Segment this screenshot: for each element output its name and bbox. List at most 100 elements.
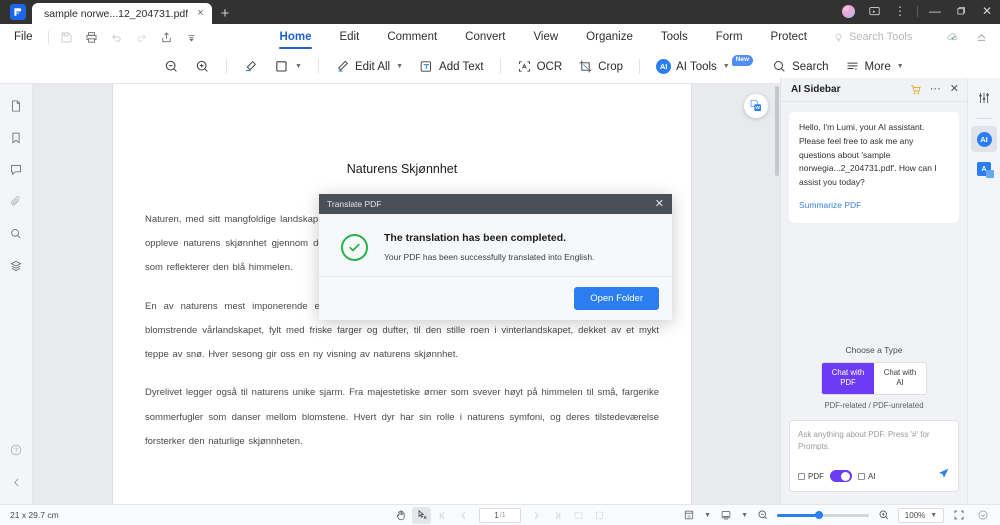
ai-tools-button[interactable]: AI AI Tools ▼ New: [648, 54, 764, 80]
ribbon-tab-tools[interactable]: Tools: [647, 24, 702, 50]
cart-icon[interactable]: [910, 84, 922, 96]
collapse-ribbon-icon[interactable]: [968, 26, 994, 48]
ai-tools-caret-icon[interactable]: ▼: [723, 63, 730, 70]
ai-sidebar-more-icon[interactable]: ⋯: [930, 84, 942, 94]
hand-tool-icon: [396, 510, 405, 521]
crop-button[interactable]: Crop: [570, 54, 631, 80]
more-button[interactable]: More ▼: [837, 54, 912, 80]
edit-all-caret-icon[interactable]: ▼: [396, 63, 403, 70]
open-folder-button[interactable]: Open Folder: [574, 287, 659, 310]
fit-width-button[interactable]: [569, 507, 588, 524]
feedback-icon[interactable]: [861, 0, 887, 22]
zoom-out-status-button[interactable]: [753, 507, 772, 524]
summarize-pdf-link[interactable]: Summarize PDF: [799, 199, 949, 213]
ribbon-tab-convert[interactable]: Convert: [451, 24, 519, 50]
chat-with-pdf-option[interactable]: Chat with PDF: [822, 362, 874, 394]
vertical-scrollbar[interactable]: [775, 86, 779, 176]
application-window: sample norwe...12_204731.pdf × + ⋮ — ✕ F…: [0, 0, 1000, 525]
sidebar-item-layers[interactable]: [2, 250, 30, 282]
pdf-mode-chip[interactable]: PDF: [798, 472, 824, 481]
maximize-button[interactable]: [948, 0, 974, 22]
more-options-icon[interactable]: ⋮: [887, 0, 913, 22]
send-message-button[interactable]: [937, 467, 950, 485]
ocr-button[interactable]: OCR: [509, 54, 571, 80]
document-tab[interactable]: sample norwe...12_204731.pdf ×: [32, 3, 212, 24]
highlight-button[interactable]: [235, 54, 266, 80]
sidebar-item-attachments[interactable]: [2, 186, 30, 218]
zoom-caret-icon[interactable]: ▼: [930, 512, 937, 519]
status-indicator-button[interactable]: [973, 507, 992, 524]
save-icon[interactable]: [54, 26, 79, 48]
undo-icon[interactable]: [104, 26, 129, 48]
page-number-input[interactable]: 1 /1: [479, 507, 521, 523]
dialog-close-icon[interactable]: ✕: [655, 198, 664, 210]
search-icon: [11, 229, 21, 239]
crop-icon: [579, 60, 592, 73]
scroll-mode-button[interactable]: [716, 507, 735, 524]
chat-with-pdf-line2: PDF: [840, 378, 856, 388]
print-icon[interactable]: [79, 26, 104, 48]
ai-mode-chip[interactable]: AI: [858, 472, 876, 481]
minimize-button[interactable]: —: [922, 0, 948, 22]
ai-sidebar-close-icon[interactable]: ✕: [950, 84, 959, 95]
ribbon-tab-organize[interactable]: Organize: [572, 24, 647, 50]
sidebar-item-thumbnails[interactable]: [2, 90, 30, 122]
new-tab-icon[interactable]: +: [212, 6, 239, 24]
ribbon-tab-comment[interactable]: Comment: [373, 24, 451, 50]
shape-button[interactable]: ▼: [266, 54, 310, 80]
zoom-in-button[interactable]: [187, 54, 218, 80]
pdf-chip-label: PDF: [808, 471, 824, 481]
title-bar: sample norwe...12_204731.pdf × + ⋮ — ✕: [0, 0, 1000, 24]
quick-access-dropdown-icon[interactable]: [179, 26, 204, 48]
first-page-button[interactable]: [433, 507, 452, 524]
more-caret-icon[interactable]: ▼: [897, 63, 904, 70]
ribbon-tab-home[interactable]: Home: [266, 24, 326, 50]
zoom-in-icon: [196, 60, 208, 72]
edit-all-button[interactable]: Edit All ▼: [327, 54, 411, 80]
search-button[interactable]: Search: [764, 54, 836, 80]
sidebar-item-bookmarks[interactable]: [2, 122, 30, 154]
prev-page-button[interactable]: [454, 507, 473, 524]
zoom-out-button[interactable]: [156, 54, 187, 80]
convert-to-word-button[interactable]: W: [744, 94, 768, 118]
redo-icon[interactable]: [129, 26, 154, 48]
hand-tool-button[interactable]: [391, 507, 410, 524]
close-window-button[interactable]: ✕: [974, 0, 1000, 22]
ribbon-tab-edit[interactable]: Edit: [325, 24, 373, 50]
shape-dropdown-caret-icon[interactable]: ▼: [295, 63, 302, 70]
user-avatar[interactable]: [835, 0, 861, 22]
translate-panel-button[interactable]: A: [971, 156, 997, 182]
ai-composer[interactable]: Ask anything about PDF. Press '#' for Pr…: [789, 420, 959, 492]
ribbon-tab-view[interactable]: View: [519, 24, 572, 50]
search-tools-field[interactable]: Search Tools: [833, 31, 912, 43]
ribbon-tab-form[interactable]: Form: [702, 24, 757, 50]
add-text-button[interactable]: Add Text: [411, 54, 492, 80]
last-page-button[interactable]: [548, 507, 567, 524]
next-page-button[interactable]: [527, 507, 546, 524]
sidebar-item-comments[interactable]: [2, 154, 30, 186]
zoom-slider[interactable]: [777, 511, 869, 519]
chat-with-ai-option[interactable]: Chat with AI: [874, 363, 926, 394]
page-layout-button[interactable]: 11: [679, 507, 698, 524]
collapse-panel-button[interactable]: [2, 466, 30, 498]
ai-prompt-input[interactable]: Ask anything about PDF. Press '#' for Pr…: [798, 429, 950, 467]
fit-page-button[interactable]: [590, 507, 609, 524]
fullscreen-button[interactable]: [949, 507, 968, 524]
sidebar-item-search[interactable]: [2, 218, 30, 250]
lightbulb-icon: [835, 33, 842, 42]
zoom-level-select[interactable]: 100% ▼: [898, 507, 944, 523]
ai-panel-button[interactable]: AI: [971, 126, 997, 152]
ribbon-tab-protect[interactable]: Protect: [757, 24, 821, 50]
scroll-mode-caret-icon[interactable]: ▼: [741, 512, 748, 519]
close-tab-icon[interactable]: ×: [195, 8, 205, 19]
zoom-slider-knob[interactable]: [814, 511, 823, 519]
page-layout-caret-icon[interactable]: ▼: [704, 512, 711, 519]
help-button[interactable]: [2, 434, 30, 466]
cloud-sync-icon[interactable]: [940, 26, 966, 48]
settings-sliders-button[interactable]: [971, 85, 997, 111]
pdf-ai-toggle[interactable]: [830, 470, 852, 482]
share-icon[interactable]: [154, 26, 179, 48]
file-menu-button[interactable]: File: [0, 31, 43, 43]
zoom-in-status-button[interactable]: [874, 507, 893, 524]
select-tool-button[interactable]: [412, 506, 431, 524]
